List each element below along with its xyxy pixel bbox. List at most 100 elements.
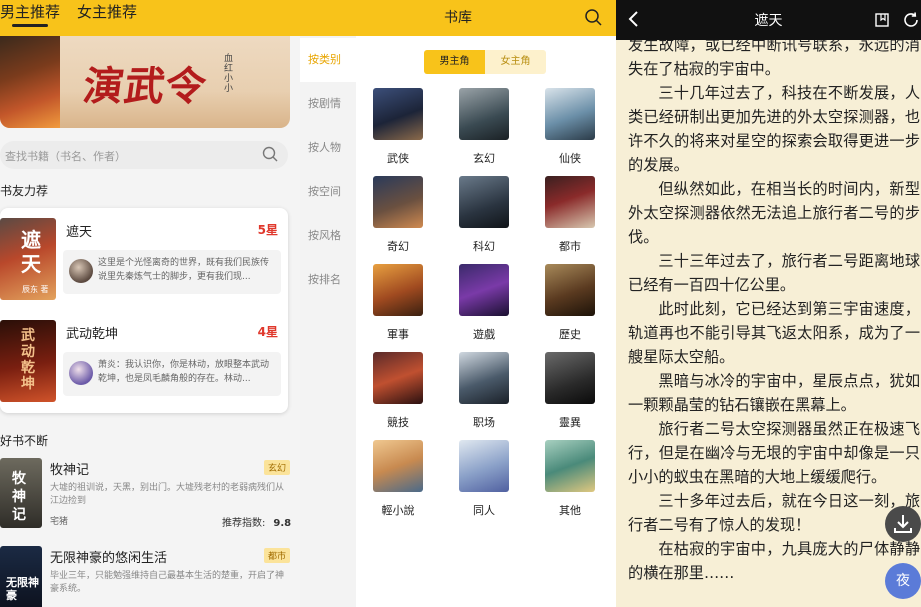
category-fantasy[interactable]: 奇幻 [368, 176, 428, 256]
category-thumbnail [545, 88, 595, 140]
paragraph: 三十几年过去了，科技在不断发展，人类已经研制出更加先进的外太空探测器，也许不久的… [628, 84, 920, 174]
category-fan-fiction[interactable]: 同人 [454, 440, 514, 520]
chapter-text: 发生故障，或已经中断讯号联系，永远的消失在了枯寂的宇宙中。 三十几年过去了，科技在… [628, 33, 920, 585]
book-description: 大墟的祖训说，天黑，别出门。大墟残老村的老弱病残们从江边捡到 [50, 483, 285, 506]
book-title: 无限神豪的悠闲生活 [50, 551, 168, 566]
switch-male-lead[interactable]: 男主角 [424, 50, 485, 74]
category-label: 职场 [473, 416, 495, 429]
category-martial[interactable]: 武侠 [368, 88, 428, 168]
bookmark-icon[interactable] [874, 12, 890, 28]
book-cover-title: 牧神记 [12, 471, 26, 523]
avatar [69, 361, 93, 385]
category-thumbnail [545, 264, 595, 316]
sidebar-item-ranking[interactable]: 按排名 [300, 258, 356, 302]
category-urban[interactable]: 都市 [540, 176, 600, 256]
sidebar-item-style[interactable]: 按风格 [300, 214, 356, 258]
category-thumbnail [545, 352, 595, 404]
tab-underline [12, 24, 48, 27]
category-scifi[interactable]: 科幻 [454, 176, 514, 256]
list-item[interactable]: 无限神豪 无限神豪的悠闲生活 都市 毕业三年，只能勉强维持自己最基本生活的楚重，… [0, 546, 300, 607]
review-text: 萧炎：我认识你，你是林动，放眼整本武动乾坤，也是凤毛麟角般的存在。林动... [98, 360, 270, 384]
category-supernatural[interactable]: 靈異 [540, 352, 600, 432]
filter-sidebar: 按类别 按剧情 按人物 按空间 按风格 按排名 [300, 36, 356, 607]
category-label: 競技 [387, 416, 409, 429]
review-box: 这里是个光怪离奇的世界，既有我们民族传说里先秦炼气士的脚步，更有我们现... [63, 250, 281, 294]
category-sports[interactable]: 競技 [368, 352, 428, 432]
category-other[interactable]: 其他 [540, 440, 600, 520]
category-thumbnail [373, 440, 423, 492]
banner[interactable]: 演武令 血红 小小 [0, 36, 290, 128]
protagonist-switch: 男主角 女主角 [424, 50, 546, 74]
switch-female-lead[interactable]: 女主角 [485, 50, 546, 74]
category-thumbnail [459, 176, 509, 228]
banner-subtitle: 血红 小小 [224, 54, 234, 94]
category-thumbnail [459, 352, 509, 404]
recommend-index-label: 推荐指数: [222, 518, 266, 529]
book-cover-title: 遮天 [21, 228, 41, 276]
paragraph: 三十多年过去后，就在今日这一刻，旅行者二号有了惊人的发现！ [628, 492, 920, 534]
review-text: 这里是个光怪离奇的世界，既有我们民族传说里先秦炼气士的脚步，更有我们现... [98, 258, 270, 282]
paragraph: 旅行者二号太空探测器虽然正在极速飞行，但是在幽冷与无垠的宇宙中却像是一只小小的蚁… [628, 420, 920, 486]
book-description: 毕业三年，只能勉强维持自己最基本生活的楚重，开启了神豪系统。 [50, 571, 285, 594]
category-label: 其他 [559, 504, 581, 517]
recommend-top-bar: 男主推荐 女主推荐 [0, 0, 300, 36]
tab-male-recommend[interactable]: 男主推荐 [0, 1, 60, 22]
category-workplace[interactable]: 职场 [454, 352, 514, 432]
category-military[interactable]: 軍事 [368, 264, 428, 344]
category-history[interactable]: 歷史 [540, 264, 600, 344]
category-light-novel[interactable]: 輕小說 [368, 440, 428, 520]
tab-female-recommend[interactable]: 女主推荐 [77, 1, 137, 22]
category-xuanhuan[interactable]: 玄幻 [454, 88, 514, 168]
sidebar-item-space[interactable]: 按空间 [300, 170, 356, 214]
category-game[interactable]: 遊戲 [454, 264, 514, 344]
book-author: 宅猪 [50, 517, 69, 527]
section-title-list: 好书不断 [0, 434, 49, 448]
book-title: 武动乾坤 [66, 327, 119, 342]
avatar [69, 259, 93, 283]
category-label: 軍事 [387, 328, 409, 341]
category-label: 歷史 [559, 328, 581, 341]
category-thumbnail [545, 176, 595, 228]
reader-panel: 发生故障，或已经中断讯号联系，永远的消失在了枯寂的宇宙中。 三十几年过去了，科技在… [616, 0, 921, 607]
book-title: 遮天 [66, 225, 93, 240]
refresh-icon[interactable] [902, 11, 920, 29]
search-placeholder: 查找书籍（书名、作者） [5, 150, 126, 163]
night-mode-button[interactable]: 夜 [885, 563, 921, 599]
recommend-item[interactable]: 武动乾坤 武动乾坤 4星 萧炎：我认识你，你是林动，放眼整本武动乾坤，也是凤毛麟… [0, 310, 288, 408]
category-xianxia[interactable]: 仙侠 [540, 88, 600, 168]
sidebar-item-character[interactable]: 按人物 [300, 126, 356, 170]
category-thumbnail [459, 440, 509, 492]
category-thumbnail [545, 440, 595, 492]
paragraph: 三十三年过去了，旅行者二号距离地球已经有一百四十亿公里。 [628, 252, 920, 294]
book-title: 牧神记 [50, 463, 90, 478]
recommend-item[interactable]: 遮天 辰东 著 遮天 5星 这里是个光怪离奇的世界，既有我们民族传说里先秦炼气士… [0, 208, 288, 306]
banner-title: 演武令 [80, 63, 210, 110]
recommend-index: 推荐指数: 9.8 [222, 514, 291, 529]
library-top-bar: 书库 [300, 0, 616, 36]
section-title-recommend: 书友力荐 [0, 184, 49, 198]
recommend-index-value: 9.8 [273, 518, 292, 529]
category-label: 輕小說 [381, 504, 415, 517]
list-item[interactable]: 牧神记 牧神记 玄幻 大墟的祖训说，天黑，别出门。大墟残老村的老弱病残们从江边捡… [0, 458, 300, 542]
category-label: 同人 [473, 504, 495, 517]
paragraph: 在枯寂的宇宙中，九具庞大的尸体静静的横在那里…… [628, 540, 920, 582]
book-cover: 遮天 辰东 著 [0, 218, 56, 300]
sidebar-item-category[interactable]: 按类别 [300, 38, 356, 82]
sidebar-item-plot[interactable]: 按剧情 [300, 82, 356, 126]
genre-badge: 都市 [264, 548, 291, 563]
category-thumbnail [373, 264, 423, 316]
genre-badge: 玄幻 [264, 460, 291, 475]
star-rating: 5星 [257, 223, 278, 237]
download-button[interactable] [885, 506, 921, 542]
category-thumbnail [373, 88, 423, 140]
book-cover: 武动乾坤 [0, 320, 56, 402]
star-rating: 4星 [257, 325, 278, 339]
search-input[interactable]: 查找书籍（书名、作者） [0, 141, 288, 169]
banner-pager [130, 120, 151, 128]
paragraph: 黑暗与冰冷的宇宙中，星辰点点，犹如一颗颗晶莹的钻石镶嵌在黑幕上。 [628, 372, 920, 414]
search-icon[interactable] [262, 146, 278, 162]
category-label: 遊戲 [473, 328, 495, 341]
search-icon[interactable] [584, 8, 602, 26]
book-cover: 牧神记 [0, 458, 42, 528]
category-label: 仙侠 [559, 152, 581, 165]
